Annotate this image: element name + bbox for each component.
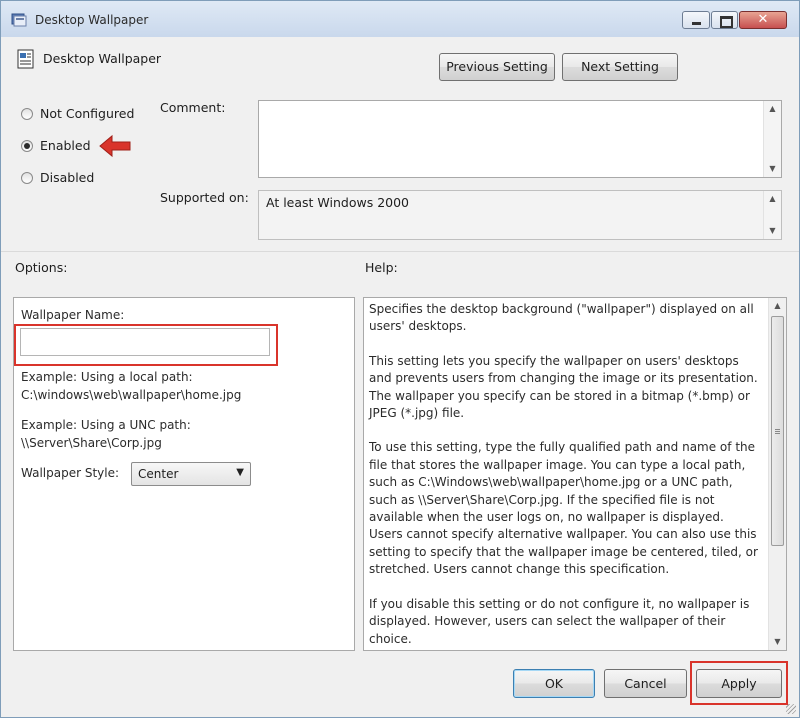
maximize-icon — [720, 16, 733, 28]
chevron-down-icon: ▼ — [236, 467, 244, 478]
comment-textarea[interactable]: ▲ ▼ — [258, 100, 782, 178]
divider — [1, 251, 799, 252]
minimize-icon — [692, 22, 701, 25]
scroll-down-icon[interactable]: ▼ — [764, 223, 781, 239]
previous-setting-button[interactable]: Previous Setting — [439, 53, 555, 81]
apply-highlight — [690, 661, 788, 705]
comment-label: Comment: — [160, 100, 226, 115]
help-paragraph: Specifies the desktop background ("wallp… — [369, 302, 754, 334]
policy-setting-icon — [17, 49, 34, 69]
help-text: Specifies the desktop background ("wallp… — [369, 301, 759, 665]
help-scrollbar[interactable]: ▲ ▼ — [768, 298, 786, 650]
minimize-button[interactable] — [682, 11, 710, 29]
resize-grip-icon[interactable] — [786, 704, 796, 714]
close-icon: ✕ — [757, 12, 769, 27]
supported-on-value: At least Windows 2000 — [266, 195, 409, 210]
example-local-path: C:\windows\web\wallpaper\home.jpg — [21, 388, 242, 402]
supported-on-field: At least Windows 2000 ▲ ▼ — [258, 190, 782, 240]
options-heading: Options: — [15, 260, 68, 275]
wallpaper-name-label: Wallpaper Name: — [21, 308, 125, 322]
ok-button[interactable]: OK — [513, 669, 595, 698]
example-unc-path: \\Server\Share\Corp.jpg — [21, 436, 162, 450]
radio-enabled[interactable]: Enabled — [21, 138, 91, 153]
policy-name: Desktop Wallpaper — [43, 51, 162, 66]
radio-not-configured-indicator[interactable] — [21, 107, 33, 120]
cancel-button[interactable]: Cancel — [604, 669, 687, 698]
red-arrow-icon — [99, 134, 131, 158]
radio-not-configured-label: Not Configured — [40, 106, 135, 121]
options-panel: Wallpaper Name: Example: Using a local p… — [13, 297, 355, 651]
radio-enabled-indicator[interactable] — [21, 139, 33, 152]
policy-icon — [11, 13, 27, 27]
window-title: Desktop Wallpaper — [35, 13, 149, 27]
help-panel: Specifies the desktop background ("wallp… — [363, 297, 787, 651]
next-setting-button[interactable]: Next Setting — [562, 53, 678, 81]
scrollbar-thumb[interactable] — [771, 316, 784, 546]
scroll-down-icon[interactable]: ▼ — [769, 634, 786, 650]
grip-icon — [775, 429, 780, 435]
wallpaper-name-highlight — [14, 324, 278, 366]
wallpaper-style-value: Center — [138, 467, 179, 481]
help-paragraph: To use this setting, type the fully qual… — [369, 440, 758, 577]
help-paragraph: This setting lets you specify the wallpa… — [369, 353, 758, 421]
title-bar[interactable]: Desktop Wallpaper ✕ — [1, 1, 799, 37]
help-heading: Help: — [365, 260, 398, 275]
scroll-down-icon[interactable]: ▼ — [764, 161, 781, 177]
radio-enabled-label: Enabled — [40, 138, 91, 153]
dialog-window: Desktop Wallpaper ✕ Desktop Wallpaper Pr… — [0, 0, 800, 718]
scroll-up-icon[interactable]: ▲ — [764, 101, 781, 117]
wallpaper-style-label: Wallpaper Style: — [21, 466, 120, 480]
help-paragraph: If you disable this setting or do not co… — [369, 596, 750, 646]
maximize-button[interactable] — [711, 11, 738, 29]
radio-not-configured[interactable]: Not Configured — [21, 106, 134, 121]
scroll-up-icon[interactable]: ▲ — [764, 191, 781, 207]
radio-disabled-label: Disabled — [40, 170, 95, 185]
supported-on-scrollbar[interactable]: ▲ ▼ — [763, 191, 781, 239]
radio-disabled-indicator[interactable] — [21, 171, 33, 184]
comment-scrollbar[interactable]: ▲ ▼ — [763, 101, 781, 177]
scroll-up-icon[interactable]: ▲ — [769, 298, 786, 314]
radio-disabled[interactable]: Disabled — [21, 170, 94, 185]
close-button[interactable]: ✕ — [739, 11, 787, 29]
example-unc-title: Example: Using a UNC path: — [21, 418, 191, 432]
supported-on-label: Supported on: — [160, 190, 249, 205]
example-local-title: Example: Using a local path: — [21, 370, 193, 384]
wallpaper-style-select[interactable]: Center ▼ — [131, 462, 251, 486]
